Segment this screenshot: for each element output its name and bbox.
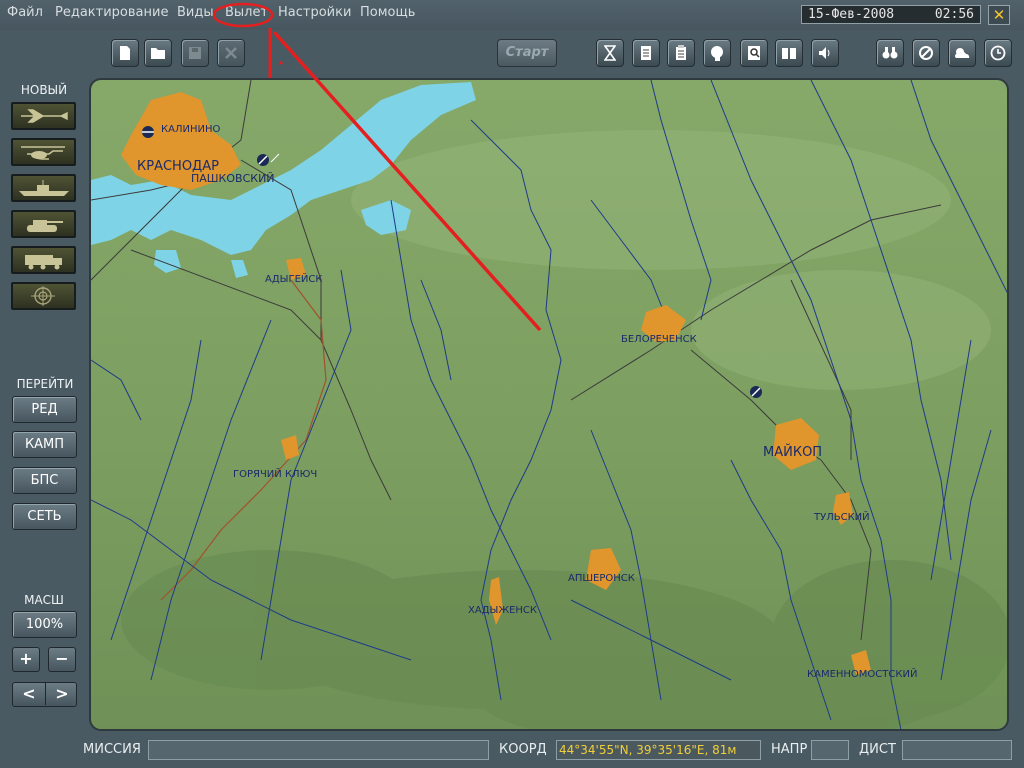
time-text: 02:56 bbox=[934, 7, 974, 22]
new-tank-button[interactable] bbox=[11, 210, 76, 238]
close-button[interactable]: ✕ bbox=[988, 5, 1010, 25]
binoculars-icon bbox=[882, 47, 898, 59]
delete-button[interactable] bbox=[217, 39, 245, 67]
delete-icon bbox=[225, 47, 237, 59]
open-mission-button[interactable] bbox=[144, 39, 172, 67]
binoculars-button[interactable] bbox=[876, 39, 904, 67]
heading-field bbox=[811, 740, 849, 760]
menu-edit[interactable]: Редактирование bbox=[55, 5, 168, 20]
weather-icon bbox=[955, 48, 970, 58]
heading-label: НАПР bbox=[771, 742, 808, 757]
annotation-dot bbox=[279, 61, 283, 65]
distance-field bbox=[902, 740, 1012, 760]
date-time-display: 15-Фев-2008 02:56 bbox=[801, 5, 981, 24]
new-heading: НОВЫЙ bbox=[20, 83, 68, 97]
menu-views[interactable]: Виды bbox=[177, 5, 214, 20]
new-ship-button[interactable] bbox=[11, 174, 76, 202]
speaker-icon bbox=[819, 47, 830, 59]
scale-heading: МАСШ bbox=[24, 593, 64, 607]
head-icon bbox=[711, 46, 723, 61]
target-icon bbox=[31, 286, 55, 306]
mission-field[interactable] bbox=[148, 740, 489, 760]
city-label-apsheronsk: АПШЕРОНСК bbox=[568, 573, 635, 584]
map-canvas[interactable]: КАЛИНИНО КРАСНОДАР ПАШКОВСКИЙ АДЫГЕЙСК Б… bbox=[91, 80, 1009, 731]
list-button[interactable] bbox=[667, 39, 695, 67]
goto-campaign-button[interactable]: КАМП bbox=[12, 431, 77, 458]
tank-icon bbox=[27, 220, 63, 232]
city-label-belorechensk: БЕЛОРЕЧЕНСК bbox=[621, 334, 697, 345]
pilot-button[interactable] bbox=[703, 39, 731, 67]
city-label-adygeysk: АДЫГЕЙСК bbox=[265, 272, 322, 285]
zoom-out-button[interactable]: − bbox=[48, 647, 76, 672]
list-icon bbox=[676, 45, 686, 60]
coord-label: КООРД bbox=[499, 742, 547, 757]
new-mission-button[interactable] bbox=[111, 39, 139, 67]
menu-help[interactable]: Помощь bbox=[360, 5, 415, 20]
zoom-in-button[interactable]: + bbox=[12, 647, 40, 672]
encyclopedia-button[interactable] bbox=[775, 39, 803, 67]
forbidden-icon bbox=[919, 46, 933, 60]
weather-button[interactable] bbox=[948, 39, 976, 67]
goto-network-button[interactable]: СЕТЬ bbox=[12, 503, 77, 530]
city-label-khadyzhensk: ХАДЫЖЕНСК bbox=[468, 605, 537, 616]
airbase-maykop[interactable] bbox=[750, 386, 762, 398]
coord-value: 44°34'55"N, 39°35'16"E, 81м bbox=[556, 740, 761, 760]
magnifier-icon bbox=[748, 46, 760, 60]
hourglass-icon bbox=[603, 45, 617, 61]
new-document-icon bbox=[120, 46, 130, 60]
scale-value-button[interactable]: 100% bbox=[12, 611, 77, 638]
start-button[interactable]: Старт bbox=[497, 39, 557, 67]
distance-label: ДИСТ bbox=[859, 742, 896, 757]
timing-button[interactable] bbox=[596, 39, 624, 67]
menu-settings[interactable]: Настройки bbox=[278, 5, 351, 20]
city-label-tulsky: ТУЛЬСКИЙ bbox=[813, 510, 870, 523]
sound-button[interactable] bbox=[811, 39, 839, 67]
goto-fast-mission-button[interactable]: БПС bbox=[12, 467, 77, 494]
city-label-kalinino: КАЛИНИНО bbox=[161, 124, 220, 135]
menu-bar: Файл Редактирование Виды Вылет Настройки… bbox=[0, 0, 1024, 30]
briefing-button[interactable] bbox=[632, 39, 660, 67]
save-mission-button[interactable] bbox=[181, 39, 209, 67]
helicopter-icon bbox=[21, 146, 65, 160]
aircraft-icon bbox=[21, 109, 68, 123]
pan-buttons: < > bbox=[12, 682, 77, 707]
open-folder-icon bbox=[151, 48, 165, 59]
book-icon bbox=[782, 48, 796, 59]
new-helicopter-button[interactable] bbox=[11, 138, 76, 166]
city-label-pashkovsky: ПАШКОВСКИЙ bbox=[191, 172, 275, 185]
menu-file[interactable]: Файл bbox=[7, 5, 43, 20]
date-text: 15-Фев-2008 bbox=[808, 7, 895, 22]
restrictions-button[interactable] bbox=[912, 39, 940, 67]
menu-flight[interactable]: Вылет bbox=[225, 5, 268, 20]
goto-editor-button[interactable]: РЕД bbox=[12, 396, 77, 423]
ship-icon bbox=[19, 180, 69, 196]
clock-icon bbox=[990, 45, 1006, 61]
truck-icon bbox=[25, 255, 62, 270]
pan-left-button[interactable]: < bbox=[13, 683, 45, 705]
city-label-maykop: МАЙКОП bbox=[763, 444, 822, 460]
city-label-kamennomostsky: КАМЕННОМОСТСКИЙ bbox=[807, 667, 917, 680]
city-label-goryachy-klyuch: ГОРЯЧИЙ КЛЮЧ bbox=[233, 467, 317, 480]
new-vehicle-button[interactable] bbox=[11, 246, 76, 274]
save-icon bbox=[189, 47, 201, 59]
mission-label: МИССИЯ bbox=[83, 742, 141, 757]
briefing-icon bbox=[641, 46, 651, 60]
time-button[interactable] bbox=[984, 39, 1012, 67]
goto-heading: ПЕРЕЙТИ bbox=[16, 377, 74, 391]
zoom-view-button[interactable] bbox=[740, 39, 768, 67]
airbase-kalinino[interactable] bbox=[142, 126, 154, 138]
new-target-button[interactable] bbox=[11, 282, 76, 310]
new-aircraft-button[interactable] bbox=[11, 102, 76, 130]
mission-map[interactable]: КАЛИНИНО КРАСНОДАР ПАШКОВСКИЙ АДЫГЕЙСК Б… bbox=[89, 78, 1009, 731]
pan-right-button[interactable]: > bbox=[45, 683, 78, 705]
